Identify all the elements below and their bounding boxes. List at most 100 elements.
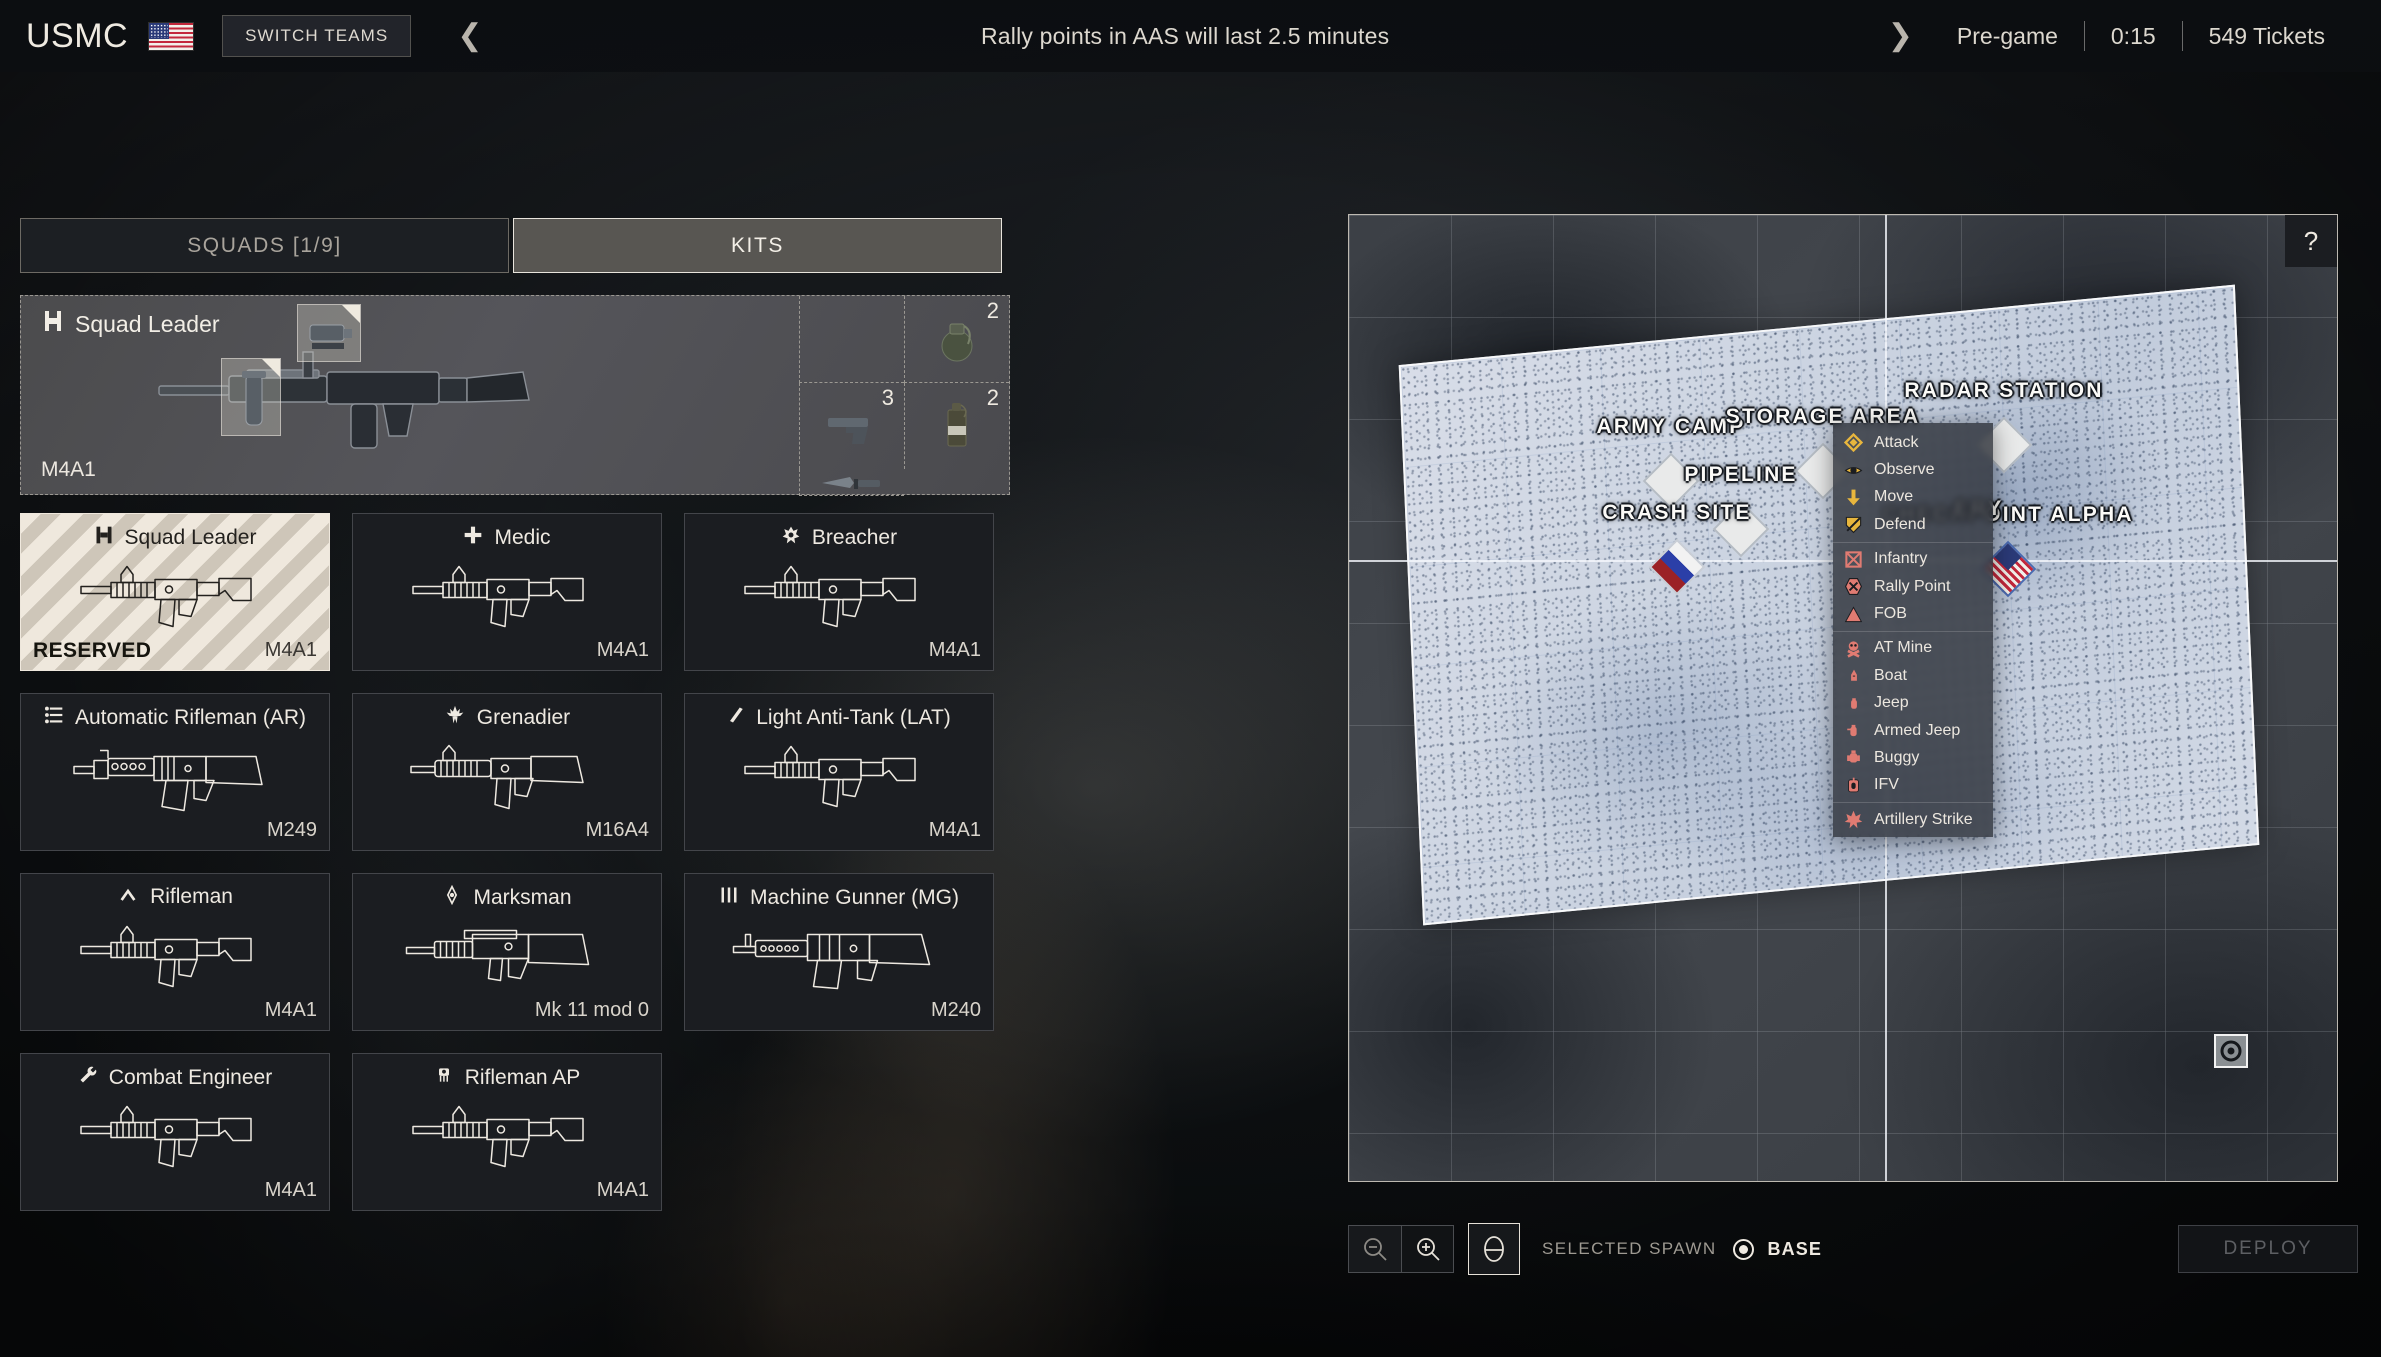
- context-menu-item-fob[interactable]: FOB: [1833, 600, 1993, 627]
- us-flag-icon: [148, 21, 195, 51]
- zoom-out-icon[interactable]: [1349, 1226, 1401, 1272]
- kit-card-breacher[interactable]: Breacher M4A1: [684, 513, 994, 671]
- item-slot-knife[interactable]: [799, 469, 904, 496]
- kit-card-automatic-rifleman-ar[interactable]: Automatic Rifleman (AR) M249: [20, 693, 330, 851]
- context-menu-item-label: Boat: [1874, 666, 1907, 684]
- context-menu-item-label: Armed Jeep: [1874, 721, 1961, 739]
- mg-icon: [719, 885, 739, 911]
- chevron-right-icon[interactable]: ❯: [1870, 21, 1931, 51]
- observe-eye-icon: [1844, 461, 1863, 480]
- top-bar: USMC SWITCH TEAMS ❮ Rally points in AAS …: [0, 0, 2381, 72]
- deployment-map[interactable]: ? ARMY CAMP STORAGE AREA PIPELINE RADAR STA…: [1348, 214, 2338, 1182]
- context-menu-item-ifv[interactable]: IFV: [1833, 772, 1993, 799]
- boat-icon: [1844, 666, 1863, 685]
- map-playable-area: [1398, 284, 2260, 926]
- context-menu-item-label: Attack: [1874, 433, 1919, 451]
- map-objective-label: PIPELINE: [1684, 463, 1798, 486]
- item-slot-smoke[interactable]: 2: [904, 382, 1009, 469]
- kit-card-light-anti-tank-lat[interactable]: Light Anti-Tank (LAT) M4A1: [684, 693, 994, 851]
- spawn-point-icon[interactable]: [2211, 1031, 2251, 1071]
- kit-weapon-silhouette: [75, 1097, 275, 1180]
- kit-card-weapon: M4A1: [596, 1179, 649, 1201]
- context-menu-item-rally-point[interactable]: Rally Point: [1833, 573, 1993, 600]
- featured-kit-panel: Squad Leader M4A1 2 3 2: [20, 295, 1010, 496]
- context-menu-item-defend[interactable]: Defend: [1833, 511, 1993, 538]
- deploy-button[interactable]: DEPLOY: [2178, 1225, 2358, 1273]
- kit-weapon-silhouette: [739, 557, 939, 640]
- squad-leader-icon: [94, 525, 114, 551]
- map-objective-label: ARMY CAMP: [1596, 415, 1746, 438]
- tab-squads[interactable]: SQUADS [1/9]: [20, 218, 509, 273]
- fob-triangle-icon: [1844, 605, 1863, 624]
- context-menu-item-label: Move: [1874, 488, 1914, 506]
- context-menu-item-label: Infantry: [1874, 550, 1928, 568]
- rifleman-icon: [117, 885, 139, 909]
- kit-card-weapon: M4A1: [928, 819, 981, 841]
- kit-card-name: Automatic Rifleman (AR): [74, 706, 307, 729]
- kit-grid: Squad Leader M4A1 RESERVED Medic M4A1 Br…: [20, 513, 1010, 1211]
- pistol-icon: [828, 417, 868, 444]
- kit-card-weapon: M240: [930, 999, 981, 1021]
- kit-card-title: Rifleman AP: [353, 1065, 661, 1091]
- context-menu-item-buggy[interactable]: Buggy: [1833, 744, 1993, 771]
- kit-card-marksman[interactable]: Marksman Mk 11 mod 0: [352, 873, 662, 1031]
- spawn-radio-button[interactable]: [1732, 1238, 1754, 1260]
- faction-name: USMC: [26, 16, 129, 55]
- map-toolbar: SELECTED SPAWN BASE DEPLOY: [1348, 1218, 2358, 1280]
- soldier-icon[interactable]: [1468, 1223, 1520, 1275]
- kit-card-rifleman-ap[interactable]: Rifleman AP M4A1: [352, 1053, 662, 1211]
- kit-card-title: Squad Leader: [21, 525, 329, 551]
- context-menu-item-attack[interactable]: Attack: [1833, 429, 1993, 456]
- context-menu-item-label: Buggy: [1874, 748, 1920, 766]
- kit-weapon-silhouette: [70, 737, 280, 820]
- kit-weapon-silhouette: [407, 1097, 607, 1180]
- announcement-text: Rally points in AAS will last 2.5 minute…: [980, 22, 1390, 49]
- kit-card-squad-leader[interactable]: Squad Leader M4A1 RESERVED: [20, 513, 330, 671]
- context-menu-item-label: Jeep: [1874, 694, 1909, 712]
- attack-diamond-icon: [1844, 433, 1863, 453]
- buggy-icon: [1844, 748, 1863, 767]
- rally-point-icon: [1844, 577, 1863, 596]
- featured-kit-item-slots: 2 3 2: [799, 296, 1009, 496]
- grenade-icon: [941, 323, 973, 362]
- item-slot-grenade[interactable]: 2: [904, 296, 1009, 383]
- context-menu-item-label: Defend: [1874, 515, 1926, 533]
- item-slot-empty[interactable]: [799, 296, 904, 383]
- map-help-button[interactable]: ?: [2285, 215, 2337, 267]
- match-phase: Pre-game: [1956, 22, 2058, 49]
- armed-jeep-icon: [1844, 721, 1863, 740]
- kit-card-medic[interactable]: Medic M4A1: [352, 513, 662, 671]
- zoom-in-icon[interactable]: [1401, 1226, 1453, 1272]
- foregrip-attachment[interactable]: [221, 358, 281, 436]
- map-terrain-texture: [1400, 286, 2258, 924]
- kit-weapon-silhouette: [732, 917, 947, 1000]
- kit-card-rifleman[interactable]: Rifleman M4A1: [20, 873, 330, 1031]
- tab-kits[interactable]: KITS: [513, 218, 1002, 273]
- context-menu-item-artillery-strike[interactable]: Artillery Strike: [1833, 806, 1993, 833]
- kit-card-grenadier[interactable]: Grenadier M16A4: [352, 693, 662, 851]
- optic-attachment[interactable]: [297, 304, 361, 362]
- context-menu-item-label: Rally Point: [1874, 577, 1951, 595]
- kit-card-machine-gunner-mg[interactable]: Machine Gunner (MG) M240: [684, 873, 994, 1031]
- grenadier-icon: [444, 705, 466, 731]
- context-menu-item-infantry[interactable]: Infantry: [1833, 546, 1993, 573]
- kit-card-combat-engineer[interactable]: Combat Engineer M4A1: [20, 1053, 330, 1211]
- selected-spawn-label: SELECTED SPAWN: [1542, 1239, 1717, 1258]
- lat-icon: [727, 705, 745, 731]
- context-menu-item-move[interactable]: Move: [1833, 484, 1993, 511]
- kit-card-weapon: M4A1: [264, 1179, 317, 1201]
- context-menu-item-observe[interactable]: Observe: [1833, 456, 1993, 483]
- kit-card-title: Medic: [353, 525, 661, 551]
- switch-teams-button[interactable]: SWITCH TEAMS: [222, 15, 412, 57]
- map-objective-label: CRASH SITE: [1602, 501, 1752, 524]
- context-menu-item-jeep[interactable]: Jeep: [1833, 690, 1993, 717]
- kit-card-name: Marksman: [473, 886, 572, 909]
- context-menu-item-at-mine[interactable]: AT Mine: [1833, 635, 1993, 662]
- kit-card-title: Marksman: [353, 884, 661, 911]
- context-menu-item-boat[interactable]: Boat: [1833, 662, 1993, 689]
- kit-card-weapon: M4A1: [928, 639, 981, 661]
- context-menu-item-armed-jeep[interactable]: Armed Jeep: [1833, 717, 1993, 744]
- chevron-left-icon[interactable]: ❮: [439, 21, 500, 51]
- item-slot-pistol[interactable]: 3: [799, 382, 904, 469]
- kit-card-name: Squad Leader: [124, 526, 257, 549]
